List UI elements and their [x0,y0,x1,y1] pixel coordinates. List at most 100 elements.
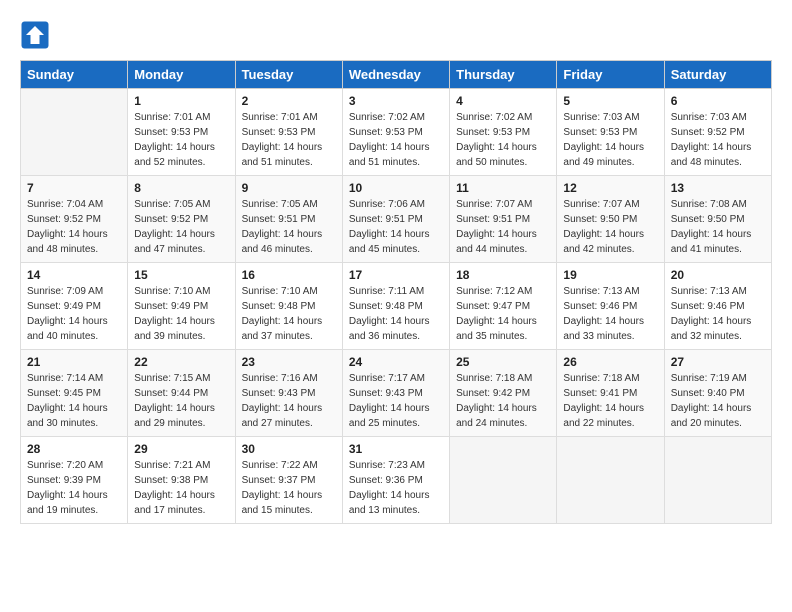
cell-content: Sunrise: 7:13 AMSunset: 9:46 PMDaylight:… [671,284,765,344]
day-number: 22 [134,355,228,369]
calendar-cell: 27 Sunrise: 7:19 AMSunset: 9:40 PMDayligh… [664,350,771,437]
cell-content: Sunrise: 7:01 AMSunset: 9:53 PMDaylight:… [134,110,228,170]
calendar-cell: 4 Sunrise: 7:02 AMSunset: 9:53 PMDaylight… [450,89,557,176]
day-number: 18 [456,268,550,282]
cell-content: Sunrise: 7:02 AMSunset: 9:53 PMDaylight:… [349,110,443,170]
cell-content: Sunrise: 7:11 AMSunset: 9:48 PMDaylight:… [349,284,443,344]
calendar-cell: 8 Sunrise: 7:05 AMSunset: 9:52 PMDaylight… [128,176,235,263]
day-number: 24 [349,355,443,369]
day-number: 13 [671,181,765,195]
calendar-cell: 25Sunrise: 7:18 AMSunset: 9:42 PMDayligh… [450,350,557,437]
calendar-cell [450,437,557,524]
cell-content: Sunrise: 7:03 AMSunset: 9:52 PMDaylight:… [671,110,765,170]
header-monday: Monday [128,61,235,89]
day-number: 11 [456,181,550,195]
calendar-cell: 7Sunrise: 7:04 AMSunset: 9:52 PMDaylight… [21,176,128,263]
day-number: 19 [563,268,657,282]
calendar-cell: 3 Sunrise: 7:02 AMSunset: 9:53 PMDaylight… [342,89,449,176]
cell-content: Sunrise: 7:18 AMSunset: 9:41 PMDaylight:… [563,371,657,431]
calendar-cell: 1 Sunrise: 7:01 AMSunset: 9:53 PMDaylight… [128,89,235,176]
cell-content: Sunrise: 7:06 AMSunset: 9:51 PMDaylight:… [349,197,443,257]
cell-content: Sunrise: 7:16 AMSunset: 9:43 PMDaylight:… [242,371,336,431]
calendar-cell [557,437,664,524]
cell-content: Sunrise: 7:20 AMSunset: 9:39 PMDaylight:… [27,458,121,518]
day-number: 21 [27,355,121,369]
cell-content: Sunrise: 7:14 AMSunset: 9:45 PMDaylight:… [27,371,121,431]
day-number: 23 [242,355,336,369]
day-number: 10 [349,181,443,195]
cell-content: Sunrise: 7:23 AMSunset: 9:36 PMDaylight:… [349,458,443,518]
calendar-header-row: SundayMondayTuesdayWednesdayThursdayFrid… [21,61,772,89]
day-number: 30 [242,442,336,456]
cell-content: Sunrise: 7:10 AMSunset: 9:49 PMDaylight:… [134,284,228,344]
cell-content: Sunrise: 7:19 AMSunset: 9:40 PMDaylight:… [671,371,765,431]
day-number: 8 [134,181,228,195]
logo [20,20,54,50]
day-number: 5 [563,94,657,108]
day-number: 9 [242,181,336,195]
calendar-week-row: 21 Sunrise: 7:14 AMSunset: 9:45 PMDayligh… [21,350,772,437]
day-number: 20 [671,268,765,282]
calendar-cell: 5 Sunrise: 7:03 AMSunset: 9:53 PMDaylight… [557,89,664,176]
calendar-cell: 17Sunrise: 7:11 AMSunset: 9:48 PMDayligh… [342,263,449,350]
cell-content: Sunrise: 7:13 AMSunset: 9:46 PMDaylight:… [563,284,657,344]
calendar-cell: 11 Sunrise: 7:07 AMSunset: 9:51 PMDayligh… [450,176,557,263]
day-number: 2 [242,94,336,108]
cell-content: Sunrise: 7:07 AMSunset: 9:51 PMDaylight:… [456,197,550,257]
calendar-cell: 20 Sunrise: 7:13 AMSunset: 9:46 PMDayligh… [664,263,771,350]
calendar-cell: 23 Sunrise: 7:16 AMSunset: 9:43 PMDayligh… [235,350,342,437]
logo-icon [20,20,50,50]
day-number: 15 [134,268,228,282]
day-number: 31 [349,442,443,456]
header-saturday: Saturday [664,61,771,89]
cell-content: Sunrise: 7:09 AMSunset: 9:49 PMDaylight:… [27,284,121,344]
calendar-cell: 16 Sunrise: 7:10 AMSunset: 9:48 PMDayligh… [235,263,342,350]
day-number: 29 [134,442,228,456]
cell-content: Sunrise: 7:10 AMSunset: 9:48 PMDaylight:… [242,284,336,344]
cell-content: Sunrise: 7:21 AMSunset: 9:38 PMDaylight:… [134,458,228,518]
cell-content: Sunrise: 7:08 AMSunset: 9:50 PMDaylight:… [671,197,765,257]
day-number: 12 [563,181,657,195]
day-number: 28 [27,442,121,456]
cell-content: Sunrise: 7:02 AMSunset: 9:53 PMDaylight:… [456,110,550,170]
calendar-cell: 30 Sunrise: 7:22 AMSunset: 9:37 PMDayligh… [235,437,342,524]
calendar-cell: 28 Sunrise: 7:20 AMSunset: 9:39 PMDayligh… [21,437,128,524]
day-number: 4 [456,94,550,108]
day-number: 27 [671,355,765,369]
header-tuesday: Tuesday [235,61,342,89]
cell-content: Sunrise: 7:22 AMSunset: 9:37 PMDaylight:… [242,458,336,518]
page-header [20,20,772,50]
day-number: 3 [349,94,443,108]
calendar-cell: 2 Sunrise: 7:01 AMSunset: 9:53 PMDaylight… [235,89,342,176]
day-number: 16 [242,268,336,282]
calendar-week-row: 14Sunrise: 7:09 AMSunset: 9:49 PMDayligh… [21,263,772,350]
header-sunday: Sunday [21,61,128,89]
cell-content: Sunrise: 7:01 AMSunset: 9:53 PMDaylight:… [242,110,336,170]
calendar-cell: 14Sunrise: 7:09 AMSunset: 9:49 PMDayligh… [21,263,128,350]
calendar-cell: 19 Sunrise: 7:13 AMSunset: 9:46 PMDayligh… [557,263,664,350]
calendar-cell: 10 Sunrise: 7:06 AMSunset: 9:51 PMDayligh… [342,176,449,263]
calendar-week-row: 7Sunrise: 7:04 AMSunset: 9:52 PMDaylight… [21,176,772,263]
calendar-cell: 12 Sunrise: 7:07 AMSunset: 9:50 PMDayligh… [557,176,664,263]
header-wednesday: Wednesday [342,61,449,89]
calendar-cell: 22 Sunrise: 7:15 AMSunset: 9:44 PMDayligh… [128,350,235,437]
day-number: 6 [671,94,765,108]
cell-content: Sunrise: 7:03 AMSunset: 9:53 PMDaylight:… [563,110,657,170]
calendar-cell: 18Sunrise: 7:12 AMSunset: 9:47 PMDayligh… [450,263,557,350]
calendar-cell: 6 Sunrise: 7:03 AMSunset: 9:52 PMDaylight… [664,89,771,176]
calendar-cell: 13 Sunrise: 7:08 AMSunset: 9:50 PMDayligh… [664,176,771,263]
day-number: 25 [456,355,550,369]
day-number: 7 [27,181,121,195]
calendar-week-row: 28 Sunrise: 7:20 AMSunset: 9:39 PMDayligh… [21,437,772,524]
header-friday: Friday [557,61,664,89]
cell-content: Sunrise: 7:05 AMSunset: 9:52 PMDaylight:… [134,197,228,257]
day-number: 1 [134,94,228,108]
calendar-cell: 15 Sunrise: 7:10 AMSunset: 9:49 PMDayligh… [128,263,235,350]
calendar-cell [21,89,128,176]
header-thursday: Thursday [450,61,557,89]
cell-content: Sunrise: 7:07 AMSunset: 9:50 PMDaylight:… [563,197,657,257]
cell-content: Sunrise: 7:15 AMSunset: 9:44 PMDaylight:… [134,371,228,431]
calendar-cell: 21 Sunrise: 7:14 AMSunset: 9:45 PMDayligh… [21,350,128,437]
cell-content: Sunrise: 7:05 AMSunset: 9:51 PMDaylight:… [242,197,336,257]
calendar-cell: 26Sunrise: 7:18 AMSunset: 9:41 PMDayligh… [557,350,664,437]
